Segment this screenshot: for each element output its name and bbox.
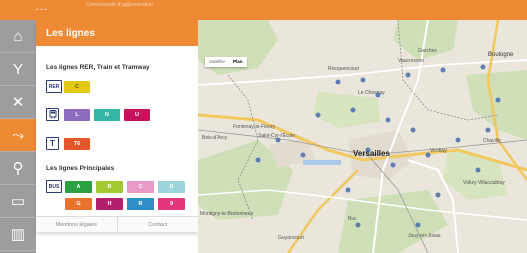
rer-badge: RER xyxy=(46,80,62,93)
cross-routes-icon: ✕ xyxy=(11,94,25,111)
line-pill-train-l[interactable]: L xyxy=(64,109,90,121)
contact-link[interactable]: Contact xyxy=(116,217,199,232)
map-canvas xyxy=(198,20,527,253)
home-icon: ⌂ xyxy=(13,27,23,45)
line-pill-bus-c[interactable]: C xyxy=(127,181,154,193)
tagline: Communauté d'agglomération xyxy=(86,2,153,8)
panel-title: Les lignes xyxy=(36,20,198,46)
rer-section-title: Les lignes RER, Train et Tramway xyxy=(46,64,150,71)
line-pill-bus-r[interactable]: R xyxy=(127,198,154,210)
line-pill-bus-b[interactable]: B xyxy=(96,181,123,193)
place-label: Le Chesnay xyxy=(358,90,385,96)
place-label: Rocquencourt xyxy=(328,66,360,72)
place-label: Versailles xyxy=(353,149,390,158)
map-type-plan-button[interactable]: Plan xyxy=(229,57,247,67)
map-view[interactable]: Satellite Plan Garches Vaucresson Boulog… xyxy=(198,20,527,253)
line-pill-bus-a[interactable]: A xyxy=(65,181,92,193)
building-icon: ▥ xyxy=(10,226,26,243)
line-pill-bus-d[interactable]: D xyxy=(158,181,185,193)
nav-routes-button[interactable]: ✕ xyxy=(0,86,36,119)
place-label: Saint-Cyr-l'École xyxy=(258,133,296,139)
bike-icon: ⚲ xyxy=(12,160,24,177)
line-pill-rer-c[interactable]: C xyxy=(64,81,90,93)
place-label: Montigny-le-Bretonneux xyxy=(200,211,254,217)
place-label: Chaville xyxy=(483,138,501,144)
tram-badge: T xyxy=(46,137,59,150)
line-pill-train-n[interactable]: N xyxy=(94,109,120,121)
place-label: Vaucresson xyxy=(398,58,425,64)
map-type-toggle: Satellite Plan xyxy=(205,57,247,67)
place-label: Vélizy-Villacoublay xyxy=(463,180,505,186)
place-label: Jouy-en-Josas xyxy=(408,233,441,239)
fork-icon: Y xyxy=(12,60,23,78)
nav-car-button[interactable]: ▭ xyxy=(0,185,36,218)
train-icon xyxy=(49,110,56,119)
left-nav: ⌂ Y ✕ ⤳ ⚲ ▭ ▥ xyxy=(0,20,36,253)
lines-icon: ⤳ xyxy=(11,126,24,144)
map-type-satellite-button[interactable]: Satellite xyxy=(205,57,229,67)
train-badge xyxy=(46,108,59,121)
place-label: Viroflay xyxy=(430,148,447,154)
lines-panel: Les lignes Les lignes RER, Train et Tram… xyxy=(36,20,198,232)
car-icon: ▭ xyxy=(10,193,26,210)
place-label: Fontenay-le-Fleury xyxy=(233,124,275,130)
line-pill-tram-t6[interactable]: T6 xyxy=(64,138,90,150)
legal-notice-link[interactable]: Mentions légales xyxy=(36,217,117,232)
top-bar: ꞈꞈꞈ Communauté d'agglomération xyxy=(0,0,527,20)
bus-section-title: Les lignes Principales xyxy=(46,165,115,172)
nav-fork-button[interactable]: Y xyxy=(0,53,36,86)
line-pill-train-u[interactable]: U xyxy=(124,109,150,121)
place-label: Bois-d'Arcy xyxy=(202,135,228,141)
panel-footer: Mentions légales Contact xyxy=(36,216,198,232)
nav-bike-button[interactable]: ⚲ xyxy=(0,152,36,185)
nav-building-button[interactable]: ▥ xyxy=(0,218,36,251)
line-pill-bus-9[interactable]: 9 xyxy=(158,198,185,210)
logo[interactable]: ꞈꞈꞈ xyxy=(36,0,48,10)
nav-home-button[interactable]: ⌂ xyxy=(0,20,36,53)
place-label: Boulogne xyxy=(488,52,514,58)
line-pill-bus-g[interactable]: G xyxy=(65,198,92,210)
nav-lines-button[interactable]: ⤳ xyxy=(0,119,36,152)
bus-badge: BUS xyxy=(46,180,62,193)
place-label: Guyancourt xyxy=(278,235,304,241)
place-label: Garches xyxy=(418,48,437,54)
place-label: Buc xyxy=(348,216,357,222)
line-pill-bus-h[interactable]: H xyxy=(96,198,123,210)
